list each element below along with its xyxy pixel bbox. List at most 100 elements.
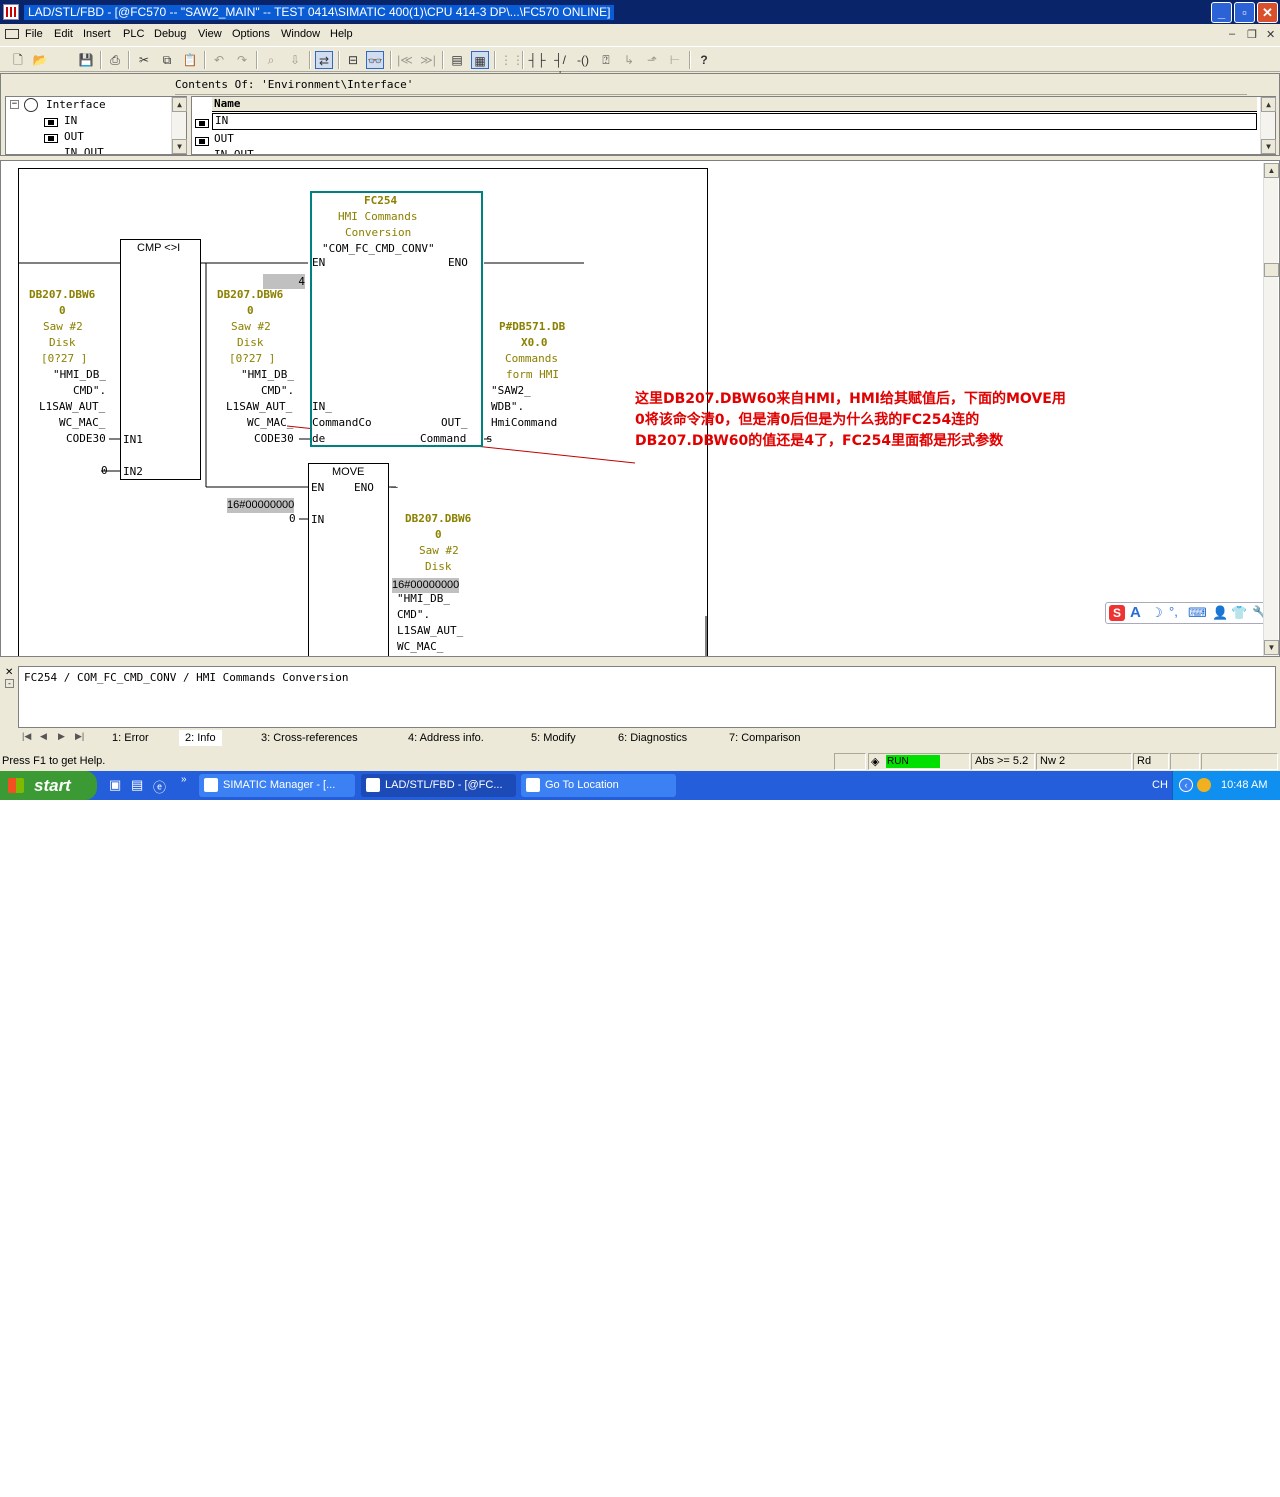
scroll-up-icon[interactable]: ▲	[172, 97, 187, 112]
download-icon[interactable]: ⇩	[286, 51, 304, 69]
document-icon[interactable]	[5, 29, 19, 39]
next-error-icon[interactable]: ≫|	[419, 51, 437, 69]
find-icon[interactable]: ⌕	[262, 51, 280, 69]
ime-toolbar[interactable]: S A ☽ °, ⌨ 👤 👕 🔧	[1105, 602, 1275, 624]
connection-icon[interactable]: ⊢	[666, 51, 684, 69]
tab-diagnostics[interactable]: 6: Diagnostics	[612, 730, 693, 746]
close-button[interactable]: ✕	[1257, 2, 1278, 23]
mdi-close-icon[interactable]: ✕	[1266, 28, 1275, 41]
menu-debug[interactable]: Debug	[154, 28, 186, 40]
tab-info[interactable]: 2: Info	[179, 730, 222, 746]
network-icon[interactable]: ⋮⋮	[500, 51, 524, 69]
menu-insert[interactable]: Insert	[83, 28, 111, 40]
pin-icon[interactable]: -	[5, 679, 14, 688]
font-icon[interactable]: A	[1130, 604, 1141, 621]
menu-file[interactable]: File	[25, 28, 43, 40]
moon-icon[interactable]: ☽	[1151, 605, 1163, 621]
undo-icon[interactable]: ↶	[210, 51, 228, 69]
messenger-icon[interactable]	[1197, 778, 1211, 792]
print-icon[interactable]: ⎙	[106, 51, 124, 69]
keyboard-icon[interactable]: ⌨	[1188, 605, 1207, 621]
sogou-icon[interactable]: S	[1109, 605, 1125, 621]
scroll-thumb[interactable]	[1264, 263, 1279, 277]
minimize-button[interactable]: _	[1211, 2, 1232, 23]
app-icon[interactable]	[3, 4, 19, 20]
tab-cross-references[interactable]: 3: Cross-references	[255, 730, 364, 746]
open-branch-icon[interactable]: ↳	[620, 51, 638, 69]
fc254-box[interactable]: FC254 HMI Commands Conversion "COM_FC_CM…	[310, 191, 483, 447]
prev-error-icon[interactable]: |≪	[396, 51, 414, 69]
open-icon[interactable]: 📂	[31, 51, 49, 69]
program-elements-icon[interactable]: ▦	[471, 51, 489, 69]
no-contact-icon[interactable]: ┤├	[528, 51, 546, 69]
tab-prev-icon[interactable]: ◀	[40, 731, 47, 742]
scroll-down-icon[interactable]: ▼	[1261, 139, 1276, 154]
redo-icon[interactable]: ↷	[233, 51, 251, 69]
move-box[interactable]: MOVE EN ENO IN	[308, 463, 389, 656]
menu-options[interactable]: Options	[232, 28, 270, 40]
task-lad-stl-fbd[interactable]: LAD/STL/FBD - [@FC...	[361, 774, 516, 797]
tree-item-in[interactable]: IN	[64, 114, 77, 127]
fbd-editor[interactable]: CMP <>I IN1 IN2 DB207.DBW6 0 Saw #2 Disk…	[0, 160, 1280, 657]
paste-icon[interactable]: 📋	[181, 51, 199, 69]
punct-icon[interactable]: °,	[1169, 604, 1178, 619]
user-icon[interactable]: 👤	[1212, 605, 1228, 621]
menu-window[interactable]: Window	[281, 28, 320, 40]
title-bar[interactable]: LAD/STL/FBD - [@FC570 -- "SAW2_MAIN" -- …	[0, 0, 1280, 24]
move-in-value[interactable]: 0	[289, 511, 296, 526]
menu-help[interactable]: Help	[330, 28, 353, 40]
coil-icon[interactable]: -()	[574, 51, 592, 69]
overview-icon[interactable]: ▤	[448, 51, 466, 69]
tree-item-in-out[interactable]: IN_OUT	[64, 146, 104, 154]
table-row[interactable]: OUT	[214, 132, 234, 145]
save-icon[interactable]: 💾	[77, 51, 95, 69]
tab-comparison[interactable]: 7: Comparison	[723, 730, 807, 746]
menu-view[interactable]: View	[198, 28, 222, 40]
task-go-to-location[interactable]: Go To Location	[521, 774, 676, 797]
table-scrollbar[interactable]: ▲ ▼	[1260, 97, 1276, 154]
table-header-name[interactable]: Name	[212, 97, 1257, 112]
quicklaunch-more-icon[interactable]: »	[181, 774, 187, 785]
quicklaunch-explorer-icon[interactable]: ▤	[131, 777, 143, 793]
tab-first-icon[interactable]: |◀	[22, 731, 31, 742]
menu-edit[interactable]: Edit	[54, 28, 73, 40]
new-icon[interactable]: 🗋	[9, 51, 27, 69]
cmp-box[interactable]: CMP <>I IN1 IN2	[120, 239, 201, 480]
scroll-down-icon[interactable]: ▼	[172, 139, 187, 154]
table-row[interactable]: IN	[212, 113, 1257, 130]
tree-item-out[interactable]: OUT	[64, 130, 84, 143]
set-breakpoint-icon[interactable]: ⊟	[344, 51, 362, 69]
monitor-icon[interactable]: 👓	[366, 51, 384, 69]
scroll-down-icon[interactable]: ▼	[1264, 640, 1279, 655]
task-simatic-manager[interactable]: SIMATIC Manager - [...	[199, 774, 355, 797]
interface-tree[interactable]: − Interface IN OUT IN_OUT ▲ ▼	[5, 96, 187, 155]
start-button[interactable]: start	[0, 771, 97, 800]
tab-modify[interactable]: 5: Modify	[525, 730, 582, 746]
cut-icon[interactable]: ✂	[135, 51, 153, 69]
editor-scrollbar[interactable]: ▲ ▼	[1263, 163, 1279, 656]
skin-icon[interactable]: 👕	[1231, 605, 1247, 621]
restore-button[interactable]: ▫	[1234, 2, 1255, 23]
cmp-in2-value[interactable]: 0	[101, 463, 108, 478]
scroll-up-icon[interactable]: ▲	[1261, 97, 1276, 112]
mdi-minimize-icon[interactable]: –	[1229, 28, 1235, 40]
scroll-up-icon[interactable]: ▲	[1264, 163, 1279, 178]
empty-box-icon[interactable]: ⍰	[597, 51, 615, 69]
tray-expand-icon[interactable]: ‹	[1179, 778, 1193, 792]
tab-error[interactable]: 1: Error	[106, 730, 155, 746]
online-icon[interactable]: ⇄	[315, 51, 333, 69]
help-icon[interactable]: ?	[695, 51, 713, 69]
tab-next-icon[interactable]: ▶	[58, 731, 65, 742]
tree-scrollbar[interactable]: ▲ ▼	[171, 97, 187, 154]
tree-root[interactable]: Interface	[46, 98, 106, 111]
close-branch-icon[interactable]: ⬏	[643, 51, 661, 69]
quicklaunch-desktop-icon[interactable]: ▣	[109, 777, 121, 793]
clock[interactable]: 10:48 AM	[1221, 771, 1267, 800]
language-indicator[interactable]: CH	[1152, 779, 1168, 791]
tab-last-icon[interactable]: ▶|	[75, 731, 84, 742]
mdi-restore-icon[interactable]: ❐	[1247, 28, 1257, 41]
collapse-icon[interactable]: −	[10, 100, 19, 109]
table-row[interactable]: IN_OUT	[214, 148, 254, 154]
close-details-icon[interactable]: ✕	[5, 667, 13, 678]
copy-icon[interactable]: ⧉	[158, 51, 176, 69]
